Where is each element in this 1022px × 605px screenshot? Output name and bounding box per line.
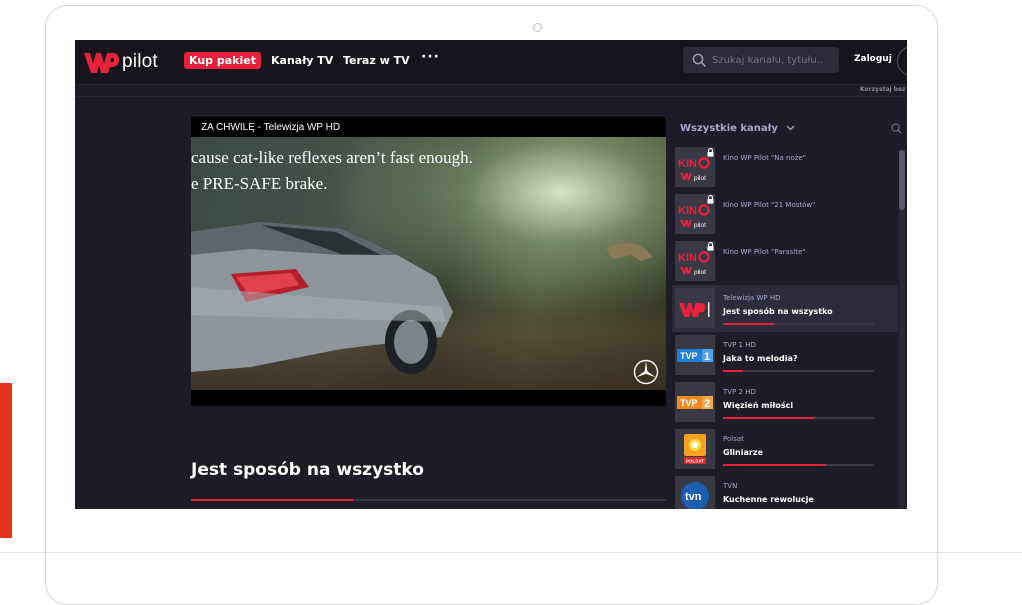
wp-logo-icon: [84, 53, 119, 73]
search-box[interactable]: [683, 47, 839, 73]
channel-logo: [675, 288, 715, 328]
video-player[interactable]: ZA CHWILĘ - Telewizja WP HD cause cat-li…: [191, 117, 666, 406]
channel-row[interactable]: tvn TVN Kuchenne rewolucje: [672, 473, 898, 509]
app-screen: pilot Kup pakiet Kanały TV Teraz w TV ··…: [75, 40, 907, 509]
channel-progress-fill: [723, 417, 814, 419]
search-input[interactable]: [712, 54, 822, 66]
channel-current-show: Gliniarze: [723, 448, 763, 457]
video-caption-line-2: e PRE-SAFE brake.: [191, 174, 328, 193]
channel-name: Polsat: [723, 435, 744, 443]
channel-name: Telewizja WP HD: [723, 294, 781, 302]
channel-progress-fill: [723, 464, 826, 466]
tvp-number-text: 1: [704, 351, 710, 363]
channel-progress-fill: [723, 323, 775, 325]
lock-icon: [707, 242, 714, 251]
channel-logo: TVP 2: [675, 382, 715, 422]
channel-name: Kino WP Pilot "21 Mostów": [723, 201, 816, 209]
channel-current-show: Kuchenne rewolucje: [723, 495, 814, 504]
channel-row[interactable]: TVP 1 TVP 1 HD Jaka to melodia?: [672, 332, 898, 379]
tvp-number-text: 2: [704, 398, 710, 410]
laptop-base-line: [0, 552, 1022, 553]
channel-logo: KIN pilot: [675, 241, 715, 281]
channel-row[interactable]: KIN pilot Kino WP Pilot "Parasite": [672, 238, 898, 285]
channel-filter-label: Wszystkie kanały: [680, 123, 778, 134]
tvp-logo-text: TVP: [680, 351, 698, 361]
channel-logo: KIN pilot: [675, 194, 715, 234]
channel-filter-dropdown[interactable]: Wszystkie kanały: [680, 123, 795, 134]
video-frame[interactable]: cause cat-like reflexes aren’t fast enou…: [191, 137, 666, 390]
login-link[interactable]: Zaloguj: [854, 54, 892, 64]
header-divider: [75, 96, 907, 97]
polsat-logo-text: POLSAT: [686, 459, 704, 464]
buy-package-button[interactable]: Kup pakiet: [184, 52, 261, 69]
subscription-note: Korzystaj bez: [860, 86, 906, 93]
channel-row[interactable]: Telewizja WP HD Jest sposób na wszystko: [672, 285, 898, 332]
kino-logo-text: KIN: [678, 158, 697, 170]
channel-progress-track: [723, 417, 874, 419]
channel-current-show: Jaka to melodia?: [723, 354, 798, 363]
channel-current-show: Jest sposób na wszystko: [723, 307, 833, 316]
channel-name: Kino WP Pilot "Parasite": [723, 248, 806, 256]
channel-logo: KIN pilot: [675, 147, 715, 187]
channel-name: TVP 2 HD: [723, 388, 756, 396]
channel-list: KIN pilot Kino WP Pilot "Na noże" KIN pilot K…: [672, 144, 898, 509]
channel-search-icon[interactable]: [891, 123, 902, 134]
camera-dot: [533, 23, 542, 32]
channel-progress-track: [723, 464, 874, 466]
channel-progress-fill: [723, 370, 743, 372]
channel-progress-track: [723, 323, 874, 325]
tvn-logo-text: tvn: [685, 491, 702, 503]
top-navigation-bar: pilot Kup pakiet Kanały TV Teraz w TV ··…: [75, 40, 907, 85]
pilot-logo-text: pilot: [694, 175, 706, 182]
pilot-logo-text: pilot: [694, 269, 706, 276]
channel-logo: tvn: [675, 476, 715, 509]
channel-current-show: Więzień miłości: [723, 401, 794, 410]
nav-now-on-tv[interactable]: Teraz w TV: [343, 54, 410, 67]
program-title: Jest sposób na wszystko: [191, 460, 424, 480]
channel-row[interactable]: KIN pilot Kino WP Pilot "Na noże": [672, 144, 898, 191]
nav-tv-channels[interactable]: Kanały TV: [271, 54, 333, 67]
logo-wordmark: pilot: [122, 51, 158, 72]
channel-name: Kino WP Pilot "Na noże": [723, 154, 806, 162]
player-title: ZA CHWILĘ - Telewizja WP HD: [201, 122, 341, 133]
lock-icon: [707, 195, 714, 204]
channel-name: TVP 1 HD: [723, 341, 756, 349]
channel-logo: POLSAT: [675, 429, 715, 469]
channel-name: TVN: [723, 482, 738, 490]
lock-icon: [707, 148, 714, 157]
channel-row[interactable]: KIN pilot Kino WP Pilot "21 Mostów": [672, 191, 898, 238]
video-caption-line-1: cause cat-like reflexes aren’t fast enou…: [191, 148, 473, 167]
avatar[interactable]: [897, 46, 907, 76]
channel-row[interactable]: TVP 2 TVP 2 HD Więzień miłości: [672, 379, 898, 426]
kino-logo-text: KIN: [678, 205, 697, 217]
channel-logo: TVP 1: [675, 335, 715, 375]
mercedes-star-icon: [633, 359, 659, 385]
pilot-logo-text: pilot: [694, 222, 706, 229]
channel-row[interactable]: POLSAT Polsat Gliniarze: [672, 426, 898, 473]
more-menu-button[interactable]: ···: [421, 49, 440, 65]
tvp-logo-text: TVP: [680, 398, 698, 408]
wp-pilot-logo[interactable]: pilot: [83, 50, 158, 74]
channel-list-scrollbar[interactable]: [899, 150, 905, 509]
kino-logo-text: KIN: [678, 252, 697, 264]
chevron-down-icon: [786, 125, 795, 131]
program-progress-track: [191, 499, 666, 501]
channel-progress-track: [723, 370, 874, 372]
scrollbar-thumb[interactable]: [899, 150, 905, 210]
red-accent-strip: [0, 383, 12, 538]
search-icon: [692, 53, 706, 67]
program-progress-fill: [191, 499, 353, 501]
